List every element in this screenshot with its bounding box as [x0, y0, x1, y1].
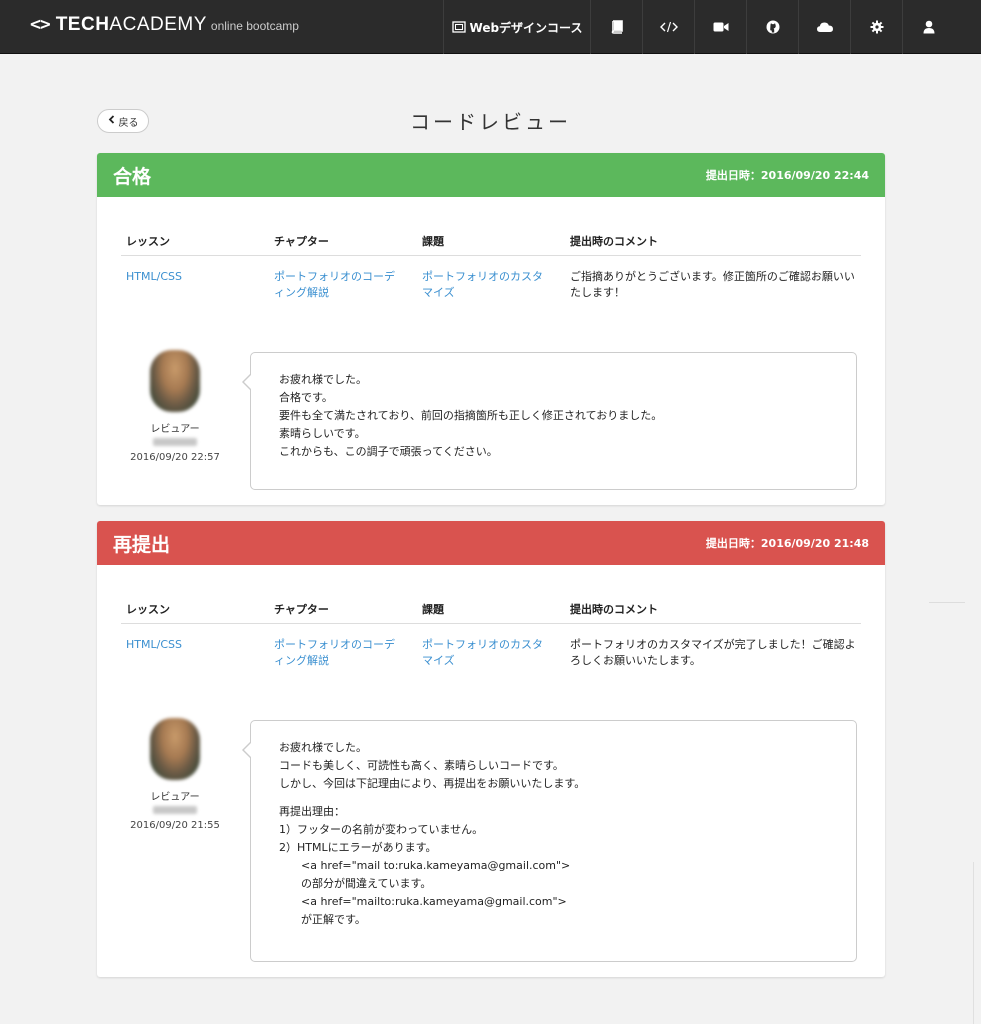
reviewer-name-blurred	[153, 806, 197, 814]
nav-cloud-button[interactable]	[798, 0, 850, 54]
nav-user-button[interactable]	[902, 0, 954, 54]
header-comment: 提出時のコメント	[570, 234, 658, 248]
cloud-icon	[816, 21, 834, 33]
submission-table: レッスン チャプター 課題 提出時のコメント HTML/CSS ポートフォリオの…	[121, 594, 861, 669]
reviewer-label: レビュアー	[150, 792, 200, 803]
code-icon	[659, 21, 678, 33]
nav-book-button[interactable]	[590, 0, 642, 54]
page-title: コードレビュー	[410, 110, 571, 134]
top-navbar: <> TECH ACADEMY online bootcamp Webデザインコ…	[0, 0, 981, 54]
video-icon	[713, 21, 729, 33]
review-status: 再提出	[113, 533, 171, 556]
header-task: 課題	[422, 602, 444, 616]
message-line: <a href="mailto:ruka.kameyama@gmail.com"…	[301, 895, 567, 908]
message-line: 要件も全て満たされており、前回の指摘箇所も正しく修正されておりました。	[279, 409, 663, 422]
settings-icon	[870, 20, 884, 34]
nav-menu: Webデザインコース	[443, 0, 954, 54]
submission-comment: ご指摘ありがとうございます。修正箇所のご確認お願いいたします！	[570, 270, 855, 299]
chapter-link[interactable]: ポートフォリオのコーディング解説	[274, 638, 395, 667]
review-status: 合格	[113, 165, 152, 188]
reviewer-info: レビュアー 2016/09/20 21:55	[121, 718, 229, 831]
table-row: HTML/CSS ポートフォリオのコーディング解説 ポートフォリオのカスタマイズ…	[121, 256, 861, 301]
nav-github-button[interactable]	[746, 0, 798, 54]
header-lesson: レッスン	[126, 234, 170, 248]
reviewer-avatar[interactable]	[150, 350, 200, 412]
logo-brand-light: ACADEMY	[109, 14, 207, 35]
review-card-pass: 合格 提出日時：2016/09/20 22:44 レッスン チャプター 課題 提…	[97, 153, 885, 505]
review-date: 2016/09/20 21:55	[130, 820, 220, 831]
chapter-link[interactable]: ポートフォリオのコーディング解説	[274, 270, 395, 299]
logo-glyph: <>	[30, 14, 51, 35]
nav-settings-button[interactable]	[850, 0, 902, 54]
lesson-link[interactable]: HTML/CSS	[126, 270, 182, 283]
logo-brand-bold: TECH	[55, 14, 110, 35]
message-line: の部分が間違えています。	[301, 877, 432, 890]
reviewer-name-blurred	[153, 438, 197, 446]
message-line: 素晴らしいです。	[279, 427, 366, 440]
github-icon	[766, 20, 780, 34]
techacademy-logo[interactable]: <> TECH ACADEMY online bootcamp	[30, 14, 299, 36]
message-line: しかし、今回は下記理由により、再提出をお願いいたします。	[279, 777, 586, 790]
header-chapter: チャプター	[274, 602, 329, 616]
back-label: 戻る	[118, 117, 139, 129]
message-line: お疲れ様でした。	[279, 373, 367, 386]
message-line: 合格です。	[279, 391, 333, 404]
message-line: が正解です。	[301, 913, 366, 926]
header-chapter: チャプター	[274, 234, 329, 248]
course-label: Webデザインコース	[469, 20, 583, 35]
reviewer-label: レビュアー	[150, 424, 200, 435]
nav-video-button[interactable]	[694, 0, 746, 54]
nav-code-button[interactable]	[642, 0, 694, 54]
message-line: お疲れ様でした。	[279, 741, 367, 754]
message-line: コードも美しく、可読性も高く、素晴らしいコードです。	[279, 759, 564, 772]
task-link[interactable]: ポートフォリオのカスタマイズ	[422, 638, 543, 667]
scrollbar[interactable]	[973, 862, 981, 1024]
review-status-header: 再提出 提出日時：2016/09/20 21:48	[97, 521, 885, 565]
message-line: 再提出理由：	[279, 805, 345, 818]
header-task: 課題	[422, 234, 444, 248]
chevron-left-icon	[108, 115, 115, 127]
message-line: 1）フッターの名前が変わっていません。	[279, 823, 484, 836]
book-icon	[610, 20, 624, 34]
side-divider	[929, 602, 965, 603]
message-line: <a href="mail to:ruka.kameyama@gmail.com…	[301, 859, 571, 872]
user-icon	[923, 20, 935, 34]
header-comment: 提出時のコメント	[570, 602, 658, 616]
review-message-bubble: お疲れ様でした。 コードも美しく、可読性も高く、素晴らしいコードです。 しかし、…	[242, 720, 857, 962]
table-row: HTML/CSS ポートフォリオのコーディング解説 ポートフォリオのカスタマイズ…	[121, 624, 861, 669]
nav-course-link[interactable]: Webデザインコース	[443, 0, 590, 54]
table-header-row: レッスン チャプター 課題 提出時のコメント	[121, 594, 861, 624]
review-status-header: 合格 提出日時：2016/09/20 22:44	[97, 153, 885, 197]
lesson-link[interactable]: HTML/CSS	[126, 638, 182, 651]
message-line: 2）HTMLにエラーがあります。	[279, 841, 437, 854]
review-card-resubmit: 再提出 提出日時：2016/09/20 21:48 レッスン チャプター 課題 …	[97, 521, 885, 977]
course-icon	[451, 21, 466, 33]
submission-date: 提出日時：2016/09/20 21:48	[705, 537, 869, 550]
logo-subtitle: online bootcamp	[210, 19, 299, 33]
submission-table: レッスン チャプター 課題 提出時のコメント HTML/CSS ポートフォリオの…	[121, 226, 861, 301]
submission-comment: ポートフォリオのカスタマイズが完了しました！ご確認よろしくお願いいたします。	[570, 638, 856, 667]
reviewer-info: レビュアー 2016/09/20 22:57	[121, 350, 229, 463]
back-button[interactable]: 戻る	[97, 109, 149, 133]
review-message-bubble: お疲れ様でした。 合格です。 要件も全て満たされており、前回の指摘箇所も正しく修…	[242, 352, 857, 490]
message-line: これからも、この調子で頑張ってください。	[279, 445, 498, 458]
task-link[interactable]: ポートフォリオのカスタマイズ	[422, 270, 543, 299]
submission-date: 提出日時：2016/09/20 22:44	[705, 169, 869, 182]
header-lesson: レッスン	[126, 602, 170, 616]
table-header-row: レッスン チャプター 課題 提出時のコメント	[121, 226, 861, 256]
reviewer-avatar[interactable]	[150, 718, 200, 780]
review-date: 2016/09/20 22:57	[130, 452, 220, 463]
